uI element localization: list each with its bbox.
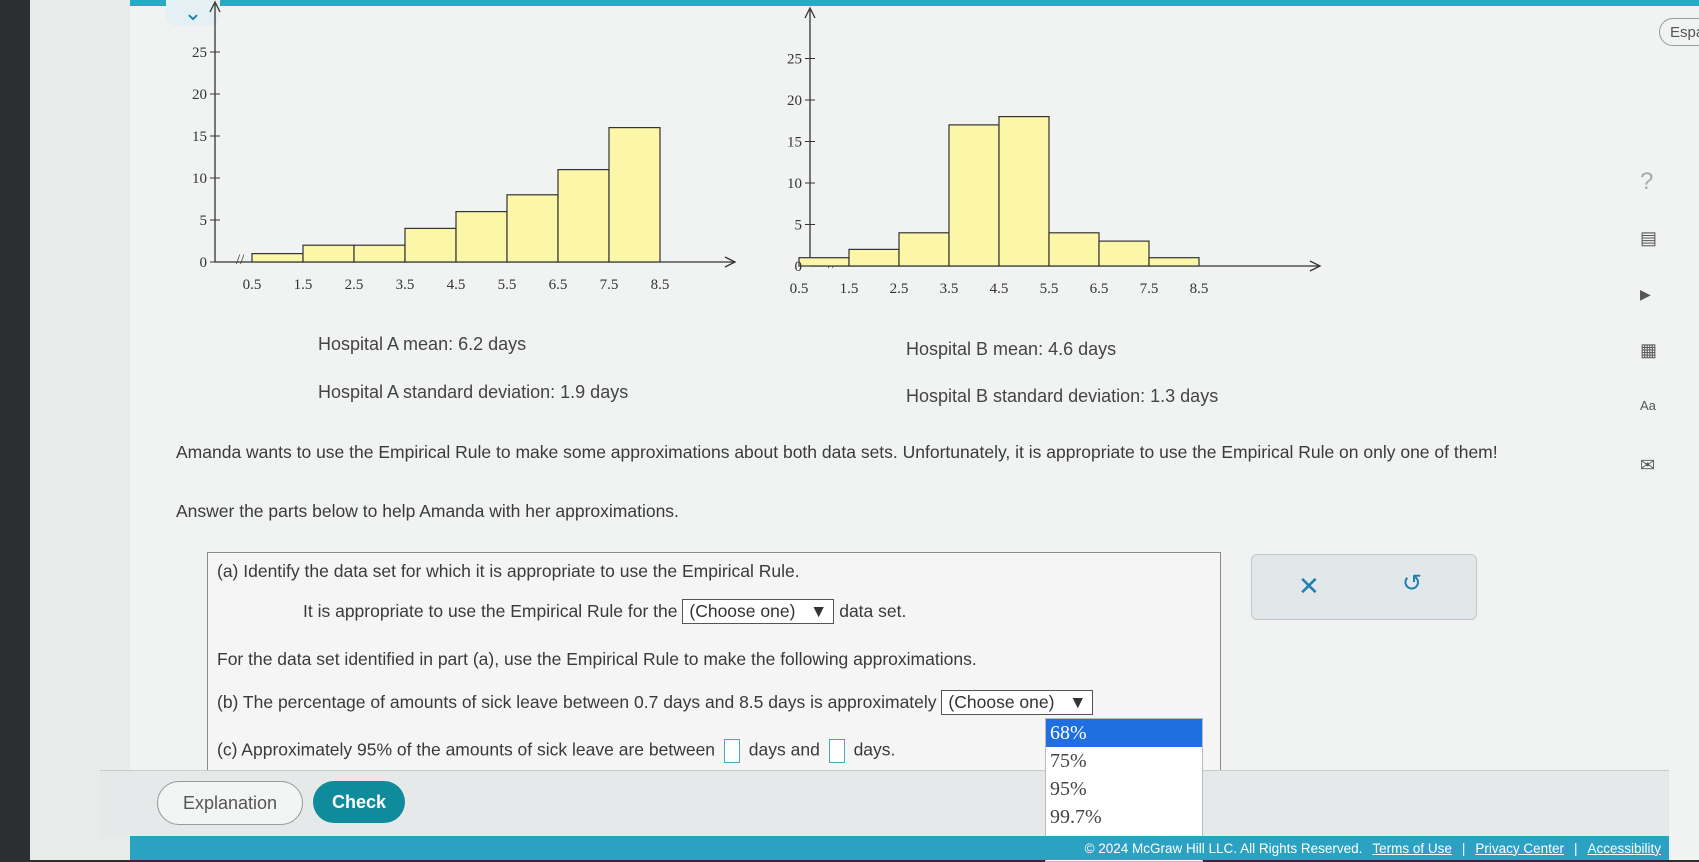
histogram-bar bbox=[1148, 257, 1200, 267]
approximation-intro: For the data set identified in part (a),… bbox=[217, 649, 977, 669]
part-a-select-value: (Choose one) bbox=[689, 601, 796, 621]
copyright-text: © 2024 McGraw Hill LLC. All Rights Reser… bbox=[1084, 840, 1363, 856]
x-tick-label: 0.5 bbox=[243, 277, 262, 293]
clear-x-icon[interactable]: ✕ bbox=[1298, 571, 1320, 602]
glossary-icon[interactable]: Aa bbox=[1640, 398, 1670, 413]
part-c-suffix: days. bbox=[853, 739, 896, 760]
y-tick-label: 15 bbox=[787, 135, 802, 151]
histogram-bar bbox=[404, 227, 457, 263]
dropdown-option-75[interactable]: 75% bbox=[1046, 747, 1202, 775]
footer-separator: | bbox=[1573, 840, 1578, 856]
privacy-link[interactable]: Privacy Center bbox=[1475, 841, 1564, 856]
x-tick-label: 4.5 bbox=[990, 281, 1009, 297]
x-tick-label: 7.5 bbox=[600, 277, 619, 293]
part-a-label: (a) Identify the data set for which it i… bbox=[217, 561, 800, 581]
x-tick-label: 3.5 bbox=[940, 281, 959, 297]
part-c-upper-input[interactable] bbox=[828, 739, 845, 763]
x-tick-label: 4.5 bbox=[447, 277, 466, 293]
answer-actions: ✕ ↺ bbox=[1251, 554, 1477, 620]
part-c-prefix: (c) Approximately 95% of the amounts of … bbox=[217, 739, 716, 760]
y-tick-label: 0 bbox=[200, 255, 208, 271]
histogram-bar bbox=[998, 115, 1050, 267]
part-b-select-value: (Choose one) bbox=[948, 692, 1055, 712]
histogram-bar bbox=[557, 169, 610, 263]
y-tick-label: 10 bbox=[192, 171, 207, 187]
y-tick-label: 5 bbox=[795, 218, 803, 234]
part-a-line: It is appropriate to use the Empirical R… bbox=[303, 599, 906, 624]
x-tick-label: 1.5 bbox=[294, 277, 313, 293]
histogram-bar bbox=[608, 126, 661, 263]
svg-text://: // bbox=[236, 252, 245, 268]
histogram-bar bbox=[898, 232, 950, 267]
histogram-bar bbox=[506, 194, 559, 263]
terms-link[interactable]: Terms of Use bbox=[1372, 841, 1452, 856]
accessibility-link[interactable]: Accessibility bbox=[1587, 841, 1661, 856]
x-tick-label: 2.5 bbox=[890, 281, 909, 297]
x-tick-label: 2.5 bbox=[345, 277, 364, 293]
explanation-button[interactable]: Explanation bbox=[157, 781, 303, 825]
hospital-a-sd: Hospital A standard deviation: 1.9 days bbox=[318, 382, 629, 402]
part-a-dataset-select[interactable]: (Choose one) ▼ bbox=[682, 599, 835, 624]
x-tick-label: 8.5 bbox=[651, 277, 670, 293]
histogram-bar bbox=[353, 244, 406, 263]
x-tick-label: 6.5 bbox=[549, 277, 568, 293]
histogram-bar bbox=[798, 257, 850, 267]
part-a-suffix: data set. bbox=[839, 601, 907, 621]
y-tick-label: 0 bbox=[795, 259, 803, 275]
y-tick-label: 5 bbox=[200, 213, 208, 229]
part-b-percentage-select[interactable]: (Choose one) ▼ bbox=[941, 690, 1094, 715]
x-tick-label: 0.5 bbox=[790, 281, 809, 297]
histogram-bar bbox=[948, 124, 1000, 267]
part-a-prefix: It is appropriate to use the Empirical R… bbox=[303, 601, 678, 621]
left-pane bbox=[30, 0, 130, 860]
histogram-bar bbox=[1098, 240, 1150, 267]
part-b-line: (b) The percentage of amounts of sick le… bbox=[217, 690, 1094, 715]
hospital-b-sd: Hospital B standard deviation: 1.3 days bbox=[906, 386, 1219, 406]
undo-icon[interactable]: ↺ bbox=[1402, 569, 1422, 598]
x-tick-label: 8.5 bbox=[1190, 281, 1209, 297]
x-tick-label: 6.5 bbox=[1090, 281, 1109, 297]
x-tick-label: 1.5 bbox=[840, 281, 859, 297]
part-c-lower-input[interactable] bbox=[723, 739, 740, 763]
y-tick-label: 20 bbox=[192, 87, 207, 103]
part-c-middle: days and bbox=[748, 739, 820, 760]
instruction-paragraph: Answer the parts below to help Amanda wi… bbox=[176, 501, 679, 521]
histogram-bar bbox=[1048, 232, 1100, 267]
calculator-icon[interactable]: ▤ bbox=[1640, 228, 1670, 249]
dropdown-option-99-7[interactable]: 99.7% bbox=[1046, 803, 1202, 831]
y-tick-label: 25 bbox=[787, 52, 802, 68]
footer-separator: | bbox=[1461, 840, 1466, 856]
histogram-bar bbox=[251, 253, 304, 263]
message-icon[interactable]: ✉ bbox=[1640, 455, 1670, 476]
dropdown-option-95[interactable]: 95% bbox=[1046, 775, 1202, 803]
y-tick-label: 10 bbox=[787, 176, 802, 192]
hospital-a-mean: Hospital A mean: 6.2 days bbox=[318, 334, 527, 354]
x-tick-label: 5.5 bbox=[498, 277, 517, 293]
intro-paragraph: Amanda wants to use the Empirical Rule t… bbox=[176, 442, 1498, 462]
dropdown-option-68[interactable]: 68% bbox=[1046, 719, 1202, 747]
x-tick-label: 7.5 bbox=[1140, 281, 1159, 297]
histogram-hospital-a: // 0 5 10 15 20 25 0.5 1.5 2.5 3.5 4.5 5.5 6.5 7.5 8.… bbox=[192, 0, 737, 293]
y-tick-label: 20 bbox=[787, 93, 802, 109]
dropdown-arrow-icon: ▼ bbox=[1059, 692, 1087, 712]
help-icon[interactable]: ? bbox=[1640, 168, 1670, 196]
table-icon[interactable]: ▦ bbox=[1640, 340, 1670, 361]
video-icon[interactable]: ▶ bbox=[1640, 286, 1670, 303]
x-tick-label: 3.5 bbox=[396, 277, 415, 293]
histogram-bar bbox=[455, 211, 508, 263]
histogram-bar bbox=[848, 248, 900, 267]
part-c-line: (c) Approximately 95% of the amounts of … bbox=[217, 739, 895, 763]
hospital-b-mean: Hospital B mean: 4.6 days bbox=[906, 339, 1117, 359]
language-toggle-button[interactable]: Espa bbox=[1659, 18, 1699, 46]
y-tick-label: 25 bbox=[192, 45, 207, 61]
check-button[interactable]: Check bbox=[313, 781, 405, 823]
footer-bar: © 2024 McGraw Hill LLC. All Rights Reser… bbox=[130, 836, 1669, 860]
histogram-hospital-b: // 0510152025 0.51.52.53.54.55.56.57.58.… bbox=[787, 6, 1322, 297]
histogram-bar bbox=[302, 244, 355, 263]
x-tick-label: 5.5 bbox=[1040, 281, 1059, 297]
dropdown-arrow-icon: ▼ bbox=[800, 601, 828, 621]
y-tick-label: 15 bbox=[192, 129, 207, 145]
part-b-text: (b) The percentage of amounts of sick le… bbox=[217, 692, 937, 712]
